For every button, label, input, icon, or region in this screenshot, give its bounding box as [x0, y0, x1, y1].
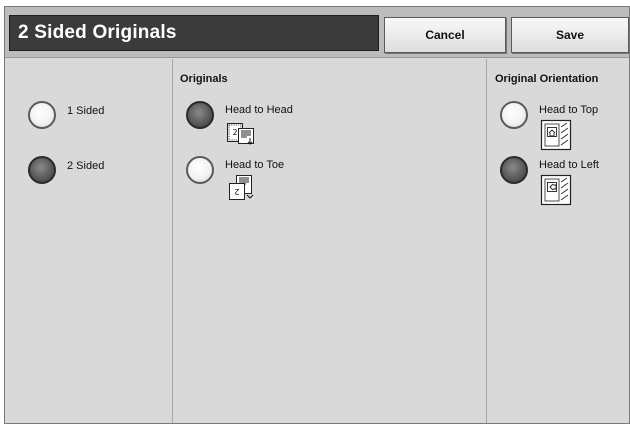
svg-text:2: 2 [234, 187, 239, 196]
two-sided-originals-panel: 2 Sided Originals Cancel Save 1 Sided 2 … [4, 6, 630, 424]
option-head-to-top-label: Head to Top [539, 104, 599, 116]
option-head-to-left[interactable]: Head to Left [500, 156, 625, 208]
radio-2-sided[interactable] [28, 156, 56, 184]
originals-heading: Originals [180, 73, 228, 85]
head-to-toe-icon: 2 [229, 175, 254, 200]
radio-1-sided[interactable] [28, 101, 56, 129]
option-head-to-toe[interactable]: Head to Toe 2 [186, 156, 336, 204]
save-button[interactable]: Save [511, 17, 629, 53]
page-title: 2 Sided Originals [18, 22, 177, 43]
option-1-sided[interactable]: 1 Sided [28, 101, 148, 133]
option-head-to-toe-label: Head to Toe [225, 159, 285, 171]
option-1-sided-label: 1 Sided [67, 105, 105, 117]
cancel-button[interactable]: Cancel [384, 17, 506, 53]
orientation-heading: Original Orientation [495, 73, 599, 85]
title-bar: 2 Sided Originals Cancel Save [5, 7, 629, 58]
radio-head-to-toe[interactable] [186, 156, 214, 184]
svg-text:2: 2 [232, 128, 237, 137]
radio-head-to-head[interactable] [186, 101, 214, 129]
head-to-head-icon: 2 [227, 123, 254, 145]
head-to-top-icon [540, 119, 572, 151]
option-head-to-top[interactable]: Head to Top [500, 101, 625, 153]
radio-head-to-top[interactable] [500, 101, 528, 129]
title-box: 2 Sided Originals [9, 15, 379, 51]
option-2-sided[interactable]: 2 Sided [28, 156, 148, 188]
option-head-to-head[interactable]: Head to Head 2 [186, 101, 336, 149]
column-divider-left [172, 59, 173, 423]
option-head-to-left-label: Head to Left [539, 159, 599, 171]
head-to-left-icon [540, 174, 572, 206]
option-head-to-head-label: Head to Head [225, 104, 293, 116]
column-divider-right [486, 59, 487, 423]
radio-head-to-left[interactable] [500, 156, 528, 184]
option-2-sided-label: 2 Sided [67, 160, 105, 172]
